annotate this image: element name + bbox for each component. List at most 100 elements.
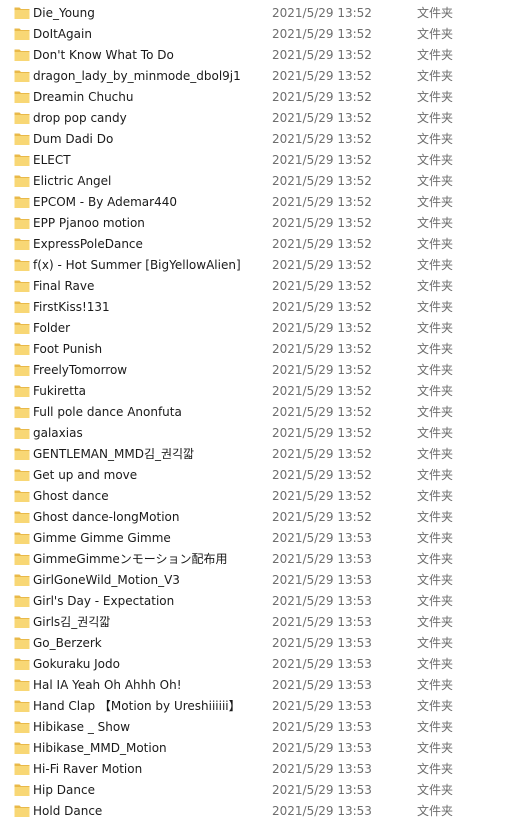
folder-name: galaxias bbox=[33, 426, 83, 440]
folder-icon bbox=[14, 321, 30, 335]
folder-row[interactable]: Hibikase _ Show 2021/5/29 13:53 文件夹 bbox=[0, 717, 508, 738]
folder-name: Hibikase_MMD_Motion bbox=[33, 741, 167, 755]
modified-date: 2021/5/29 13:53 bbox=[272, 783, 372, 797]
modified-date: 2021/5/29 13:53 bbox=[272, 741, 372, 755]
modified-date: 2021/5/29 13:53 bbox=[272, 657, 372, 671]
folder-row[interactable]: Ghost dance 2021/5/29 13:52 文件夹 bbox=[0, 486, 508, 507]
modified-date: 2021/5/29 13:52 bbox=[272, 90, 372, 104]
modified-date: 2021/5/29 13:53 bbox=[272, 804, 372, 818]
modified-date: 2021/5/29 13:52 bbox=[272, 216, 372, 230]
modified-date: 2021/5/29 13:52 bbox=[272, 132, 372, 146]
folder-icon bbox=[14, 216, 30, 230]
folder-row[interactable]: Go_Berzerk 2021/5/29 13:53 文件夹 bbox=[0, 633, 508, 654]
folder-row[interactable]: Gimme Gimme Gimme 2021/5/29 13:53 文件夹 bbox=[0, 528, 508, 549]
folder-icon bbox=[14, 426, 30, 440]
folder-name: FreelyTomorrow bbox=[33, 363, 128, 377]
folder-icon bbox=[14, 573, 30, 587]
item-type: 文件夹 bbox=[417, 279, 454, 293]
folder-row[interactable]: FreelyTomorrow 2021/5/29 13:52 文件夹 bbox=[0, 360, 508, 381]
folder-row[interactable]: DoItAgain 2021/5/29 13:52 文件夹 bbox=[0, 24, 508, 45]
folder-row[interactable]: f(x) - Hot Summer [BigYellowAlien] 2021/… bbox=[0, 255, 508, 276]
folder-icon bbox=[14, 678, 30, 692]
folder-row[interactable]: Girl's Day - Expectation 2021/5/29 13:53… bbox=[0, 591, 508, 612]
folder-row[interactable]: Hold Dance 2021/5/29 13:53 文件夹 bbox=[0, 801, 508, 822]
modified-date: 2021/5/29 13:52 bbox=[272, 321, 372, 335]
folder-row[interactable]: ELECT 2021/5/29 13:52 文件夹 bbox=[0, 150, 508, 171]
modified-date: 2021/5/29 13:52 bbox=[272, 174, 372, 188]
folder-row[interactable]: Foot Punish 2021/5/29 13:52 文件夹 bbox=[0, 339, 508, 360]
folder-row[interactable]: Elictric Angel 2021/5/29 13:52 文件夹 bbox=[0, 171, 508, 192]
folder-name: Ghost dance bbox=[33, 489, 109, 503]
modified-date: 2021/5/29 13:52 bbox=[272, 195, 372, 209]
item-type: 文件夹 bbox=[417, 258, 454, 272]
modified-date: 2021/5/29 13:53 bbox=[272, 594, 372, 608]
modified-date: 2021/5/29 13:52 bbox=[272, 279, 372, 293]
item-type: 文件夹 bbox=[417, 405, 454, 419]
folder-row[interactable]: Gokuraku Jodo 2021/5/29 13:53 文件夹 bbox=[0, 654, 508, 675]
modified-date: 2021/5/29 13:53 bbox=[272, 699, 372, 713]
folder-icon bbox=[14, 342, 30, 356]
folder-row[interactable]: Hand Clap 【Motion by Ureshiiiiii】 2021/5… bbox=[0, 696, 508, 717]
folder-icon bbox=[14, 6, 30, 20]
folder-row[interactable]: EPCOM - By Ademar440 2021/5/29 13:52 文件夹 bbox=[0, 192, 508, 213]
item-type: 文件夹 bbox=[417, 132, 454, 146]
folder-row[interactable]: Don't Know What To Do 2021/5/29 13:52 文件… bbox=[0, 45, 508, 66]
folder-name: Elictric Angel bbox=[33, 174, 112, 188]
folder-row[interactable]: GENTLEMAN_MMD김_권긱깗 2021/5/29 13:52 文件夹 bbox=[0, 444, 508, 465]
folder-row[interactable]: Hal IA Yeah Oh Ahhh Oh! 2021/5/29 13:53 … bbox=[0, 675, 508, 696]
folder-icon bbox=[14, 153, 30, 167]
folder-row[interactable]: EPP Pjanoo motion 2021/5/29 13:52 文件夹 bbox=[0, 213, 508, 234]
folder-row[interactable]: FirstKiss!131 2021/5/29 13:52 文件夹 bbox=[0, 297, 508, 318]
folder-row[interactable]: ExpressPoleDance 2021/5/29 13:52 文件夹 bbox=[0, 234, 508, 255]
modified-date: 2021/5/29 13:53 bbox=[272, 720, 372, 734]
folder-row[interactable]: Full pole dance Anonfuta 2021/5/29 13:52… bbox=[0, 402, 508, 423]
folder-row[interactable]: Fukiretta 2021/5/29 13:52 文件夹 bbox=[0, 381, 508, 402]
folder-row[interactable]: Hi-Fi Raver Motion 2021/5/29 13:53 文件夹 bbox=[0, 759, 508, 780]
folder-name: Gimme Gimme Gimme bbox=[33, 531, 171, 545]
folder-name: f(x) - Hot Summer [BigYellowAlien] bbox=[33, 258, 241, 272]
folder-name: Dum Dadi Do bbox=[33, 132, 114, 146]
folder-name: Hal IA Yeah Oh Ahhh Oh! bbox=[33, 678, 182, 692]
folder-row[interactable]: Hip Dance 2021/5/29 13:53 文件夹 bbox=[0, 780, 508, 801]
modified-date: 2021/5/29 13:52 bbox=[272, 342, 372, 356]
folder-icon bbox=[14, 279, 30, 293]
folder-name: GirlGoneWild_Motion_V3 bbox=[33, 573, 180, 587]
item-type: 文件夹 bbox=[417, 426, 454, 440]
folder-name: Girls김_권긱깗 bbox=[33, 615, 111, 629]
folder-name: Ghost dance-longMotion bbox=[33, 510, 180, 524]
modified-date: 2021/5/29 13:52 bbox=[272, 405, 372, 419]
item-type: 文件夹 bbox=[417, 363, 454, 377]
folder-name: Full pole dance Anonfuta bbox=[33, 405, 182, 419]
folder-name: EPCOM - By Ademar440 bbox=[33, 195, 177, 209]
folder-name: Go_Berzerk bbox=[33, 636, 102, 650]
folder-row[interactable]: GirlGoneWild_Motion_V3 2021/5/29 13:53 文… bbox=[0, 570, 508, 591]
folder-row[interactable]: galaxias 2021/5/29 13:52 文件夹 bbox=[0, 423, 508, 444]
folder-row[interactable]: dragon_lady_by_minmode_dbol9j1 2021/5/29… bbox=[0, 66, 508, 87]
modified-date: 2021/5/29 13:52 bbox=[272, 153, 372, 167]
folder-row[interactable]: Folder 2021/5/29 13:52 文件夹 bbox=[0, 318, 508, 339]
folder-name: Hold Dance bbox=[33, 804, 103, 818]
folder-name: ELECT bbox=[33, 153, 71, 167]
item-type: 文件夹 bbox=[417, 552, 454, 566]
folder-row[interactable]: Die_Young 2021/5/29 13:52 文件夹 bbox=[0, 3, 508, 24]
folder-row[interactable]: Ghost dance-longMotion 2021/5/29 13:52 文… bbox=[0, 507, 508, 528]
item-type: 文件夹 bbox=[417, 531, 454, 545]
item-type: 文件夹 bbox=[417, 69, 454, 83]
folder-row[interactable]: Dreamin Chuchu 2021/5/29 13:52 文件夹 bbox=[0, 87, 508, 108]
folder-row[interactable]: Final Rave 2021/5/29 13:52 文件夹 bbox=[0, 276, 508, 297]
folder-row[interactable]: Get up and move 2021/5/29 13:52 文件夹 bbox=[0, 465, 508, 486]
modified-date: 2021/5/29 13:52 bbox=[272, 510, 372, 524]
item-type: 文件夹 bbox=[417, 720, 454, 734]
folder-row[interactable]: Hibikase_MMD_Motion 2021/5/29 13:53 文件夹 bbox=[0, 738, 508, 759]
folder-name: Girl's Day - Expectation bbox=[33, 594, 175, 608]
folder-row[interactable]: Girls김_권긱깗 2021/5/29 13:53 文件夹 bbox=[0, 612, 508, 633]
folder-row[interactable]: drop pop candy 2021/5/29 13:52 文件夹 bbox=[0, 108, 508, 129]
item-type: 文件夹 bbox=[417, 195, 454, 209]
folder-row[interactable]: GimmeGimmeンモーション配布用 2021/5/29 13:53 文件夹 bbox=[0, 549, 508, 570]
folder-icon bbox=[14, 90, 30, 104]
modified-date: 2021/5/29 13:52 bbox=[272, 363, 372, 377]
folder-icon bbox=[14, 69, 30, 83]
folder-icon bbox=[14, 552, 30, 566]
modified-date: 2021/5/29 13:52 bbox=[272, 468, 372, 482]
folder-row[interactable]: Dum Dadi Do 2021/5/29 13:52 文件夹 bbox=[0, 129, 508, 150]
